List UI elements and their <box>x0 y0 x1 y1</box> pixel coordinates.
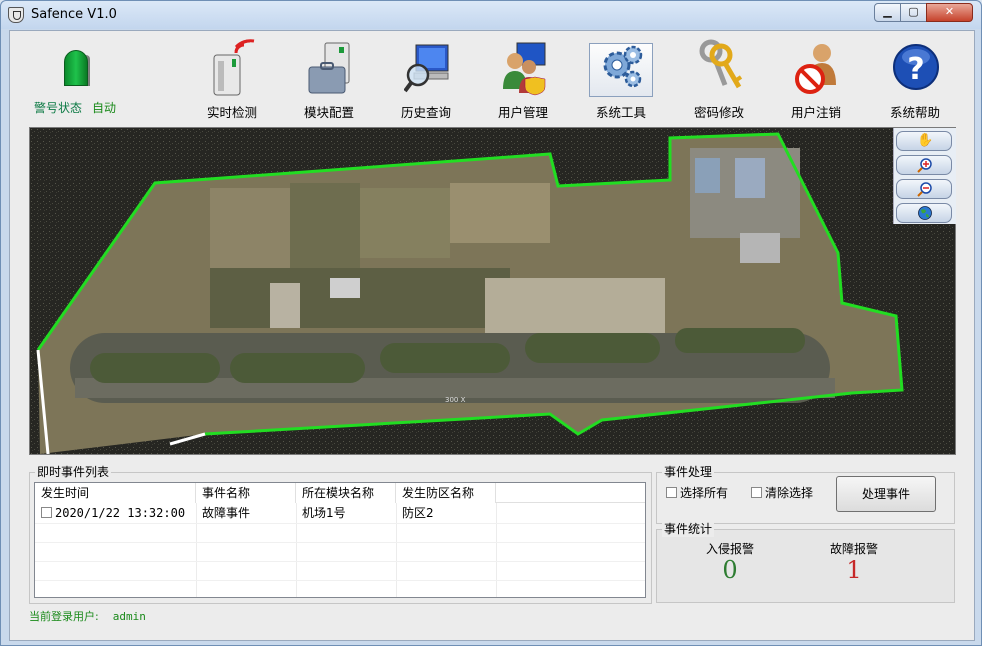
zoom-out-icon <box>917 182 932 197</box>
toolbar-label: 历史查询 <box>400 105 451 120</box>
user-manage-icon <box>503 42 546 96</box>
event-handling-title: 事件处理 <box>662 463 715 480</box>
main-client-area: 警号状态 自动 实时检测 模块配置 历史查询 用户管理 系统工具 密码修改 用户… <box>9 30 975 641</box>
status-label-text: 警号状态 <box>34 101 83 115</box>
select-all-box[interactable] <box>666 487 677 498</box>
toolbar-user-logout[interactable]: 用户注销 <box>774 39 858 121</box>
toolbar-password-change[interactable]: 密码修改 <box>677 39 761 121</box>
module-config-icon <box>308 42 350 94</box>
clear-selection-checkbox[interactable]: 清除选择 <box>751 484 813 501</box>
satellite-map: 300 X <box>30 128 955 454</box>
close-button[interactable]: ✕ <box>926 3 973 22</box>
system-tools-icon <box>603 45 643 88</box>
toolbar-label: 系统工具 <box>595 105 646 120</box>
row-checkbox[interactable] <box>41 507 52 518</box>
toolbar-system-tools[interactable]: 系统工具 <box>579 39 663 121</box>
status-light-icon <box>60 50 92 86</box>
alarm-status-label: 警号状态 自动 <box>34 99 116 116</box>
col-header-time[interactable]: 发生时间 <box>35 483 196 503</box>
row-module: 机场1号 <box>302 506 346 520</box>
map-globe-button[interactable] <box>896 203 952 223</box>
map-zoom-in-button[interactable] <box>896 155 952 175</box>
zoom-in-icon <box>917 158 932 173</box>
toolbar-history-query[interactable]: 历史查询 <box>384 39 468 121</box>
toolbar-label: 系统帮助 <box>889 105 940 120</box>
intrusion-alarm-count: 0 <box>722 556 738 584</box>
maximize-button[interactable]: ▢ <box>900 3 927 22</box>
event-list-title: 即时事件列表 <box>35 463 112 480</box>
map-toolbar: ✋ <box>893 128 956 224</box>
row-time-cell: 2020/1/22 13:32:00 <box>35 504 196 523</box>
shield-app-icon <box>8 7 24 23</box>
alarm-status-indicator: 警号状态 自动 <box>34 47 124 117</box>
intrusion-alarm-label: 入侵报警 <box>705 542 754 556</box>
system-help-icon: ? <box>893 44 939 90</box>
map-zoom-out-button[interactable] <box>896 179 952 199</box>
current-user-name: admin <box>112 610 146 623</box>
window-title: Safence V1.0 <box>31 7 117 22</box>
clear-selection-box[interactable] <box>751 487 762 498</box>
event-table-header: 发生时间 事件名称 所在模块名称 发生防区名称 <box>35 483 645 503</box>
table-row[interactable]: 2020/1/22 13:32:00 故障事件 机场1号 防区2 <box>35 504 645 523</box>
minimize-button[interactable]: ▁ <box>874 3 901 22</box>
password-change-icon <box>699 39 743 89</box>
toolbar-label: 实时检测 <box>206 105 257 120</box>
fault-alarm-label: 故障报警 <box>829 542 878 556</box>
event-stats-title: 事件统计 <box>662 520 715 537</box>
select-all-label: 选择所有 <box>680 486 729 500</box>
map-pan-button[interactable]: ✋ <box>896 131 952 151</box>
user-logout-icon <box>795 44 836 94</box>
toolbar-system-help[interactable]: ? 系统帮助 <box>873 39 957 121</box>
row-time-text: 2020/1/22 13:32:00 <box>55 506 186 520</box>
col-header-module[interactable]: 所在模块名称 <box>296 483 396 503</box>
toolbar-label: 密码修改 <box>693 105 744 120</box>
toolbar-realtime-detect[interactable]: 实时检测 <box>190 39 274 121</box>
current-user-label: 当前登录用户: <box>29 610 99 623</box>
pan-hand-icon: ✋ <box>917 133 934 148</box>
toolbar-label: 用户管理 <box>497 105 548 120</box>
clear-selection-label: 清除选择 <box>765 486 814 500</box>
toolbar-label: 用户注销 <box>790 105 841 120</box>
svg-text:?: ? <box>907 52 924 87</box>
fault-alarm-count: 1 <box>846 556 862 584</box>
process-event-button[interactable]: 处理事件 <box>836 476 936 512</box>
app-window: Safence V1.0 ▁ ▢ ✕ 警号状态 自动 实时检测 模块配置 历史查… <box>0 0 982 646</box>
col-header-event-name[interactable]: 事件名称 <box>196 483 296 503</box>
runway-marking: 300 X <box>445 396 466 404</box>
realtime-detect-icon <box>213 39 255 96</box>
current-user-status: 当前登录用户: admin <box>29 608 146 624</box>
toolbar-module-config[interactable]: 模块配置 <box>287 39 371 121</box>
title-bar[interactable]: Safence V1.0 ▁ ▢ ✕ <box>1 1 981 29</box>
globe-icon <box>918 206 932 220</box>
event-list-table[interactable]: 发生时间 事件名称 所在模块名称 发生防区名称 2020/1/22 13:32:… <box>34 482 646 598</box>
toolbar-label: 模块配置 <box>303 105 354 120</box>
row-zone: 防区2 <box>402 506 434 520</box>
row-event-name: 故障事件 <box>202 506 251 520</box>
toolbar-user-manage[interactable]: 用户管理 <box>481 39 565 121</box>
status-mode-text: 自动 <box>92 101 117 115</box>
col-header-zone[interactable]: 发生防区名称 <box>396 483 496 503</box>
history-query-icon <box>404 44 449 93</box>
select-all-checkbox[interactable]: 选择所有 <box>666 484 728 501</box>
airport-map-view[interactable]: 300 X <box>29 127 956 455</box>
